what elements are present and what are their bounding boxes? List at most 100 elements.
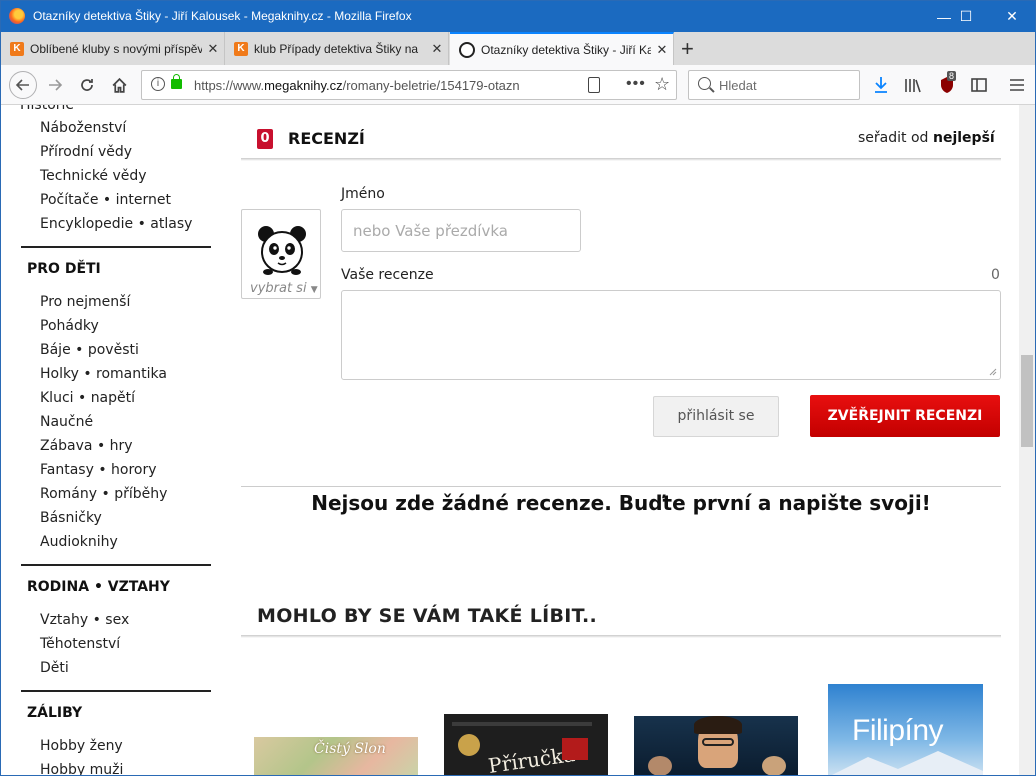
sidebar-item-baje[interactable]: Báje • pověsti	[40, 342, 139, 358]
sidebar-item-fantasy[interactable]: Fantasy • horory	[40, 462, 157, 478]
info-icon[interactable]: i	[151, 77, 165, 91]
book-cover-decoration	[648, 756, 672, 775]
url-bar[interactable]: i https://www.megaknihy.cz/romany-beletr…	[141, 70, 677, 100]
window-title: Otazníky detektiva Štiky - Jiří Kalousek…	[33, 9, 412, 23]
panda-avatar-icon	[258, 226, 306, 275]
sidebar-item-nabozenstvi[interactable]: Náboženství	[40, 120, 126, 136]
maximize-button[interactable]: ☐	[943, 1, 989, 32]
login-button[interactable]: přihlásit se	[653, 396, 779, 437]
sidebar-divider	[21, 690, 211, 692]
publish-review-button[interactable]: ZVĚŘEJNIT RECENZI	[810, 395, 1000, 437]
sidebar-item-vztahy[interactable]: Vztahy • sex	[40, 612, 129, 628]
browser-window: Otazníky detektiva Štiky - Jiří Kalousek…	[0, 0, 1036, 776]
sidebar-item-zabava[interactable]: Zábava • hry	[40, 438, 133, 454]
reader-view-icon[interactable]	[588, 77, 600, 93]
close-icon: ✕	[1006, 8, 1018, 24]
sidebar-item-pocitace[interactable]: Počítače • internet	[40, 192, 171, 208]
sidebar-item-technicke-vedy[interactable]: Technické vědy	[40, 168, 147, 184]
download-icon	[875, 77, 887, 93]
book-cover[interactable]: Filipíny	[828, 684, 983, 775]
avatar-label-text: vybrat si	[250, 281, 307, 296]
sidebar-heading-rodina[interactable]: RODINA • VZTAHY	[27, 579, 170, 595]
url-path: /romany-beletrie/154179-otazn	[342, 78, 520, 93]
reviews-header: 0 RECENZÍ seřadit od nejlepší	[241, 127, 1001, 161]
tab-close-icon[interactable]: ✕	[426, 41, 448, 57]
tab-label: Oblíbené kluby s novými příspěvky	[30, 41, 202, 56]
megaknihy-icon: K	[234, 41, 248, 56]
maximize-icon: ☐	[959, 8, 973, 24]
page-actions-icon[interactable]: •••	[626, 75, 646, 93]
no-reviews-message: Nejsou zde žádné recenze. Buďte první a …	[311, 491, 931, 515]
tab-klub-pripady[interactable]: K klub Případy detektiva Štiky na ✕	[225, 32, 449, 65]
sidebar-item-basnicky[interactable]: Básničky	[40, 510, 102, 526]
book-cover[interactable]	[634, 716, 798, 775]
review-count-badge: 0	[257, 129, 273, 149]
library-button[interactable]	[901, 73, 925, 97]
firefox-icon	[9, 8, 25, 24]
book-cover-decoration	[762, 756, 786, 775]
sidebar-item-historie[interactable]: Historie	[20, 105, 74, 113]
sort-dropdown[interactable]: nejlepší	[933, 130, 995, 146]
sidebar-item-prirodni-vedy[interactable]: Přírodní vědy	[40, 144, 132, 160]
tab-close-icon[interactable]: ✕	[651, 42, 673, 58]
tab-label: klub Případy detektiva Štiky na	[254, 41, 419, 56]
book-cover[interactable]: Příručka	[444, 714, 608, 775]
header-divider	[241, 158, 1001, 161]
sidebar-heading-zaliby[interactable]: ZÁLIBY	[27, 705, 82, 721]
sidebar-divider	[21, 564, 211, 566]
sidebar-item-kluci[interactable]: Kluci • napětí	[40, 390, 135, 406]
ublock-button[interactable]: 8	[935, 71, 959, 97]
sidebar-heading-pro-deti[interactable]: PRO DĚTI	[27, 261, 101, 277]
close-button[interactable]: ✕	[989, 1, 1035, 32]
sidebar-item-audioknihy[interactable]: Audioknihy	[40, 534, 118, 550]
review-label: Vaše recenze	[341, 267, 434, 283]
recommendations-divider	[241, 635, 1001, 638]
home-button[interactable]	[107, 73, 131, 97]
reload-button[interactable]	[75, 73, 99, 97]
name-label: Jméno	[341, 186, 385, 202]
name-placeholder: nebo Vaše přezdívka	[353, 222, 508, 240]
form-divider	[241, 486, 1001, 487]
book-cover[interactable]: Čistý Slon	[254, 737, 418, 775]
back-button[interactable]	[9, 71, 37, 99]
tab-otazniky[interactable]: Otazníky detektiva Štiky - Jiří Ka ✕	[450, 32, 674, 65]
tab-close-icon[interactable]: ✕	[202, 41, 224, 57]
book-cover-decoration	[832, 751, 983, 775]
name-input[interactable]: nebo Vaše přezdívka	[341, 209, 581, 252]
url-text[interactable]: https://www.megaknihy.cz/romany-beletrie…	[194, 78, 574, 93]
resize-handle-icon[interactable]	[989, 368, 997, 376]
new-tab-button[interactable]: +	[681, 36, 694, 62]
lock-icon	[171, 74, 182, 89]
sidebar-item-hobby-muzi[interactable]: Hobby muži	[40, 762, 123, 775]
sidebar-item-hobby-zeny[interactable]: Hobby ženy	[40, 738, 123, 754]
bookmark-star-icon[interactable]: ☆	[654, 74, 670, 95]
home-icon	[112, 77, 126, 93]
forward-button[interactable]	[43, 73, 67, 97]
sidebar-item-romany[interactable]: Romány • příběhy	[40, 486, 167, 502]
book-cover-decoration	[702, 738, 734, 746]
menu-button[interactable]	[1005, 73, 1029, 97]
library-icon	[905, 79, 921, 93]
sidebar-item-encyklopedie[interactable]: Encyklopedie • atlasy	[40, 216, 192, 232]
downloads-button[interactable]	[869, 73, 893, 97]
sidebar-item-naucne[interactable]: Naučné	[40, 414, 93, 430]
book-cover-decoration	[694, 716, 742, 734]
page-scrollbar[interactable]	[1019, 105, 1035, 775]
search-box[interactable]: Hledat	[688, 70, 860, 100]
sidebar-item-tehotenstvi[interactable]: Těhotenství	[40, 636, 120, 652]
avatar-picker[interactable]: vybrat si ▼	[241, 209, 321, 299]
sidebar-item-pro-nejmensi[interactable]: Pro nejmenší	[40, 294, 130, 310]
title-bar: Otazníky detektiva Štiky - Jiří Kalousek…	[1, 1, 1035, 32]
sidebar-toggle-button[interactable]	[967, 73, 991, 97]
avatar-label: vybrat si ▼	[250, 281, 318, 296]
scrollbar-thumb[interactable]	[1021, 355, 1033, 447]
char-counter: 0	[991, 267, 1000, 283]
tab-oblibene-kluby[interactable]: K Oblíbené kluby s novými příspěvky ✕	[1, 32, 225, 65]
review-textarea[interactable]	[341, 290, 1001, 380]
sidebar-item-pohadky[interactable]: Pohádky	[40, 318, 99, 334]
megaknihy-icon: K	[10, 41, 24, 56]
sidebar-item-holky[interactable]: Holky • romantika	[40, 366, 167, 382]
book-cover-decoration	[458, 734, 480, 756]
reviews-title: RECENZÍ	[288, 129, 365, 148]
sidebar-item-deti[interactable]: Děti	[40, 660, 69, 676]
